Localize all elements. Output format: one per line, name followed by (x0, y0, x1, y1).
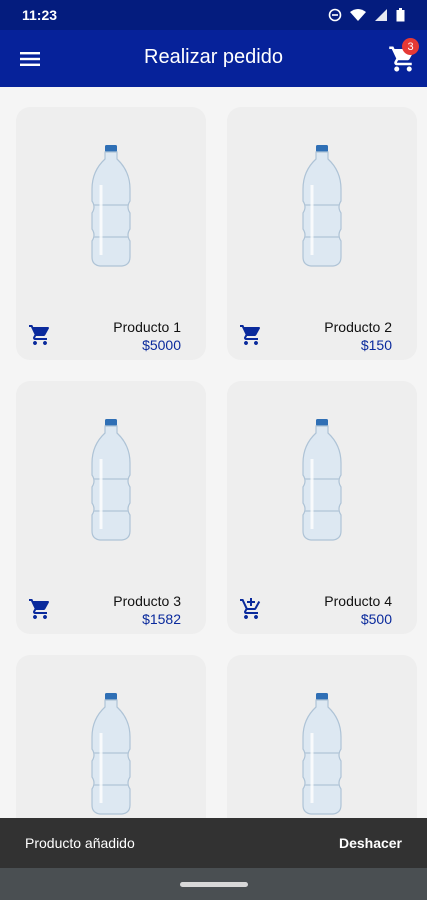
product-card[interactable] (227, 655, 417, 818)
do-not-disturb-icon (328, 8, 342, 22)
add-to-cart-button[interactable] (28, 597, 52, 621)
water-bottle-image (302, 419, 342, 541)
cart-icon (29, 325, 49, 345)
water-bottle-image (91, 419, 131, 541)
page-title: Realizar pedido (144, 46, 283, 68)
signal-icon (375, 9, 387, 21)
status-icons (328, 8, 405, 22)
home-gesture-handle[interactable] (180, 882, 248, 887)
product-name: Producto 3 (113, 593, 181, 609)
battery-icon (396, 8, 405, 22)
app-bar: Realizar pedido (0, 30, 427, 87)
add-to-cart-button[interactable] (28, 323, 52, 347)
status-time: 11:23 (22, 7, 58, 23)
product-name: Producto 2 (324, 319, 392, 335)
cart-icon (240, 325, 260, 345)
product-card[interactable]: Producto 1 $5000 (16, 107, 206, 360)
add-to-cart-button[interactable] (239, 597, 263, 621)
product-name: Producto 4 (324, 593, 392, 609)
product-card[interactable]: Producto 3 $1582 (16, 381, 206, 634)
product-card[interactable] (16, 655, 206, 818)
undo-button[interactable]: Deshacer (339, 835, 402, 851)
water-bottle-image (302, 693, 342, 815)
product-price: $150 (360, 337, 392, 353)
snackbar: Producto añadido Deshacer (0, 818, 427, 868)
system-nav-bar (0, 868, 427, 900)
product-price: $1582 (142, 611, 181, 627)
add-to-cart-icon (240, 598, 261, 619)
water-bottle-image (302, 145, 342, 267)
water-bottle-image (91, 693, 131, 815)
wifi-icon (350, 9, 366, 21)
snackbar-message: Producto añadido (25, 835, 135, 851)
water-bottle-image (91, 145, 131, 267)
product-name: Producto 1 (113, 319, 181, 335)
product-price: $500 (360, 611, 392, 627)
add-to-cart-button[interactable] (239, 323, 263, 347)
product-grid: Producto 1 $5000 Producto 2 $150 Product… (0, 87, 427, 818)
product-price: $5000 (142, 337, 181, 353)
product-card[interactable]: Producto 4 $500 (227, 381, 417, 634)
status-bar: 11:23 (0, 0, 427, 30)
cart-icon (29, 599, 49, 619)
cart-count-badge: 3 (402, 38, 419, 55)
product-card[interactable]: Producto 2 $150 (227, 107, 417, 360)
